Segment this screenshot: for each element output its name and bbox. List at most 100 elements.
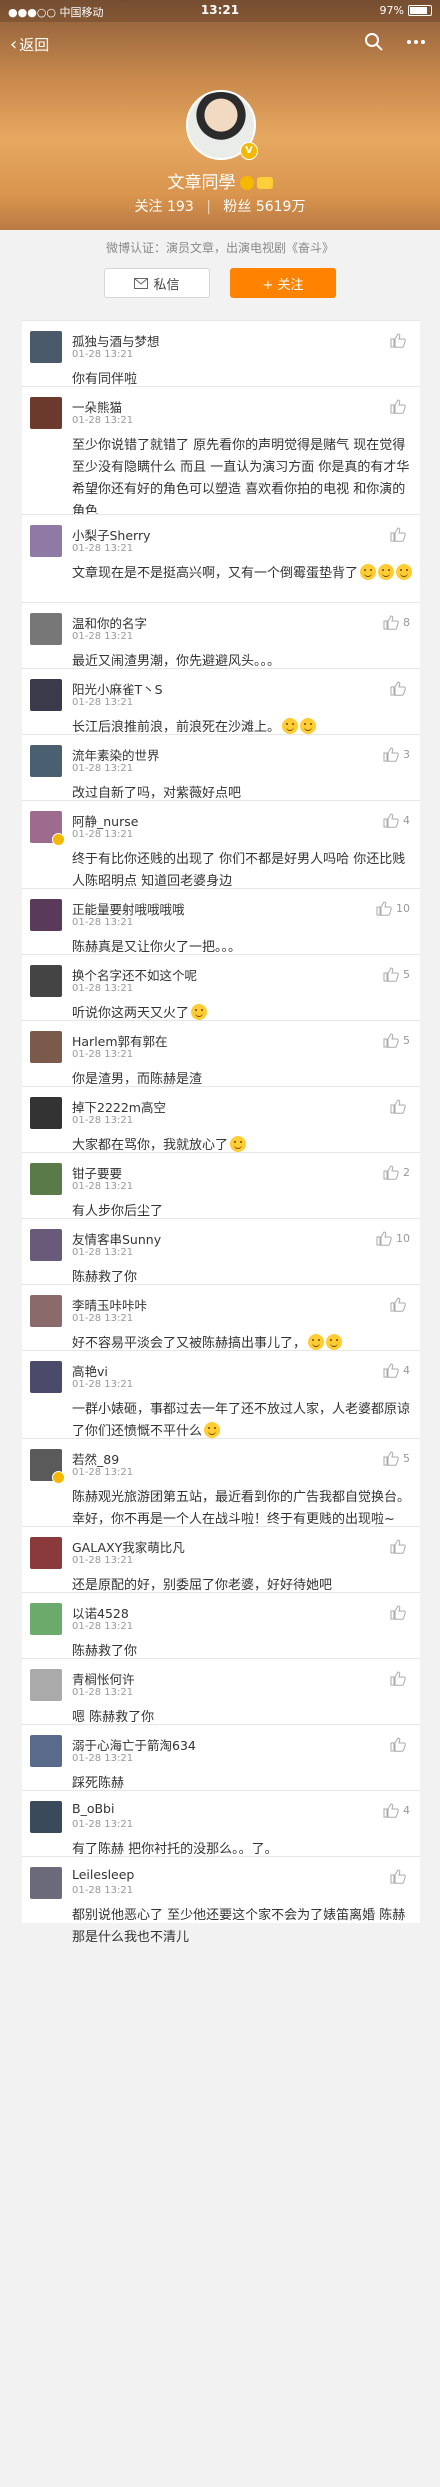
comment-item[interactable]: 掉下2222m高空 01-28 13:21 大家都在骂你，我就放心了 xyxy=(22,1086,420,1153)
comment-author[interactable]: 正能量要射哦哦哦哦 xyxy=(72,899,185,918)
comment-item[interactable]: 正能量要射哦哦哦哦 01-28 13:21 陈赫真是又让你火了一把。。。 10 xyxy=(22,888,420,955)
comment-avatar[interactable] xyxy=(30,1537,62,1569)
comment-author[interactable]: 流年素染的世界 xyxy=(72,745,160,764)
more-icon[interactable] xyxy=(406,32,426,52)
comment-author[interactable]: 掉下2222m高空 xyxy=(72,1097,166,1116)
like-button[interactable]: 5 xyxy=(383,1033,410,1048)
like-button[interactable]: 5 xyxy=(383,1451,410,1466)
like-button[interactable]: 4 xyxy=(383,1363,410,1378)
comment-avatar[interactable] xyxy=(30,397,62,429)
like-button[interactable] xyxy=(390,527,410,542)
follow-button[interactable]: + 关注 xyxy=(230,268,336,298)
comment-author[interactable]: 孤独与酒与梦想 xyxy=(72,331,160,350)
comment-item[interactable]: 阳光小麻雀T丶S 01-28 13:21 长江后浪推前浪，前浪死在沙滩上。 xyxy=(22,668,420,735)
message-button[interactable]: 私信 xyxy=(104,268,210,298)
comment-avatar[interactable] xyxy=(30,1229,62,1261)
comment-avatar[interactable] xyxy=(30,1603,62,1635)
comment-author[interactable]: 高艳vi xyxy=(72,1361,108,1380)
comment-item[interactable]: 一朵熊猫 01-28 13:21 至少你说错了就错了 原先看你的声明觉得是赌气 现在… xyxy=(22,386,420,519)
like-button[interactable]: 3 xyxy=(383,747,410,762)
comment-avatar[interactable] xyxy=(30,1801,62,1833)
comment-author[interactable]: 钳子要要 xyxy=(72,1163,122,1182)
comment-item[interactable]: 温和你的名字 01-28 13:21 最近又闹渣男潮，你先避避风头。。。 8 xyxy=(22,602,420,669)
comment-author[interactable]: Harlem郭有郭在 xyxy=(72,1031,168,1050)
comment-time: 01-28 13:21 xyxy=(72,983,134,994)
comment-avatar[interactable] xyxy=(30,899,62,931)
like-button[interactable] xyxy=(390,1605,410,1620)
like-button[interactable] xyxy=(390,1869,410,1884)
comment-author[interactable]: 溺于心海亡于箭淘634 xyxy=(72,1735,196,1754)
back-button[interactable]: ‹ 返回 xyxy=(10,34,49,55)
comment-author[interactable]: 温和你的名字 xyxy=(72,613,147,632)
comment-avatar[interactable] xyxy=(30,679,62,711)
comment-author[interactable]: 换个名字还不如这个呢 xyxy=(72,965,197,984)
comment-item[interactable]: 李晴玉咔咔咔 01-28 13:21 好不容易平淡会了又被陈赫搞出事儿了， xyxy=(22,1284,420,1351)
comment-body: 终于有比你还贱的出现了 你们不都是好男人吗哈 你还比贱人陈昭明点 知道回老婆身边 xyxy=(72,852,406,889)
comment-avatar[interactable] xyxy=(30,1163,62,1195)
comment-author[interactable]: 李晴玉咔咔咔 xyxy=(72,1295,147,1314)
like-button[interactable]: 10 xyxy=(376,1231,410,1246)
comment-author[interactable]: B_oBbi xyxy=(72,1801,114,1816)
comment-author[interactable]: 以诺4528 xyxy=(72,1603,129,1622)
comment-author[interactable]: 一朵熊猫 xyxy=(72,397,122,416)
comment-avatar[interactable] xyxy=(30,965,62,997)
like-button[interactable] xyxy=(390,333,410,348)
like-button[interactable]: 8 xyxy=(383,615,410,630)
comment-author[interactable]: GALAXY我家萌比凡 xyxy=(72,1537,185,1556)
comment-item[interactable]: 小梨子Sherry 01-28 13:21 文章现在是不是挺高兴啊，又有一个倒霉蛋垫… xyxy=(22,514,420,603)
comment-avatar[interactable] xyxy=(30,1361,62,1393)
comment-author[interactable]: 阳光小麻雀T丶S xyxy=(72,679,163,698)
like-button[interactable] xyxy=(390,1539,410,1554)
follow-stat[interactable]: 关注 193 xyxy=(135,199,194,215)
comment-item[interactable]: 友情客串Sunny 01-28 13:21 陈赫救了你 10 xyxy=(22,1218,420,1285)
like-button[interactable] xyxy=(390,1737,410,1752)
comment-avatar[interactable] xyxy=(30,1735,62,1767)
like-button[interactable]: 2 xyxy=(383,1165,410,1180)
comment-time: 01-28 13:21 xyxy=(72,1819,134,1830)
comment-avatar[interactable] xyxy=(30,1031,62,1063)
comment-item[interactable]: 换个名字还不如这个呢 01-28 13:21 听说你这两天又火了 5 xyxy=(22,954,420,1021)
thumbs-up-icon xyxy=(390,1605,406,1620)
nav-actions xyxy=(364,32,426,52)
like-button[interactable] xyxy=(390,399,410,414)
comment-item[interactable]: 溺于心海亡于箭淘634 01-28 13:21 踩死陈赫 xyxy=(22,1724,420,1791)
comment-avatar[interactable] xyxy=(30,1295,62,1327)
comment-item[interactable]: 孤独与酒与梦想 01-28 13:21 你有同伴啦 xyxy=(22,320,420,387)
comment-item[interactable]: Harlem郭有郭在 01-28 13:21 你是渣男，而陈赫是渣 5 xyxy=(22,1020,420,1087)
comment-avatar[interactable] xyxy=(30,745,62,777)
like-button[interactable]: 10 xyxy=(376,901,410,916)
comment-avatar[interactable] xyxy=(30,613,62,645)
comment-item[interactable]: GALAXY我家萌比凡 01-28 13:21 还是原配的好，别委屈了你老婆，好好待… xyxy=(22,1526,420,1593)
comment-avatar[interactable] xyxy=(30,1097,62,1129)
comment-avatar[interactable] xyxy=(30,1669,62,1701)
comment-item[interactable]: Leilesleep 01-28 13:21 都别说他恶心了 至少他还要这个家不会为… xyxy=(22,1856,420,1945)
search-icon[interactable] xyxy=(364,32,384,52)
comment-author[interactable]: 小梨子Sherry xyxy=(72,525,151,544)
comment-avatar[interactable] xyxy=(30,1867,62,1899)
comment-item[interactable]: 流年素染的世界 01-28 13:21 改过自新了吗，对紫薇好点吧 3 xyxy=(22,734,420,801)
like-button[interactable]: 4 xyxy=(383,1803,410,1818)
like-button[interactable]: 4 xyxy=(383,813,410,828)
like-button[interactable] xyxy=(390,681,410,696)
comment-author[interactable]: Leilesleep xyxy=(72,1867,134,1882)
comment-item[interactable]: 钳子要要 01-28 13:21 有人步你后尘了 2 xyxy=(22,1152,420,1219)
thumbs-up-icon xyxy=(390,1737,406,1752)
comment-item[interactable]: 青榈怅何许 01-28 13:21 嗯 陈赫救了你 xyxy=(22,1658,420,1725)
comment-item[interactable]: 若然_89 01-28 13:21 陈赫观光旅游团第五站，最近看到你的广告我都自觉换… xyxy=(22,1438,420,1527)
like-button[interactable] xyxy=(390,1099,410,1114)
comment-author[interactable]: 友情客串Sunny xyxy=(72,1229,161,1248)
back-label: 返回 xyxy=(19,36,50,54)
like-button[interactable]: 5 xyxy=(383,967,410,982)
like-button[interactable] xyxy=(390,1671,410,1686)
like-button[interactable] xyxy=(390,1297,410,1312)
comment-author[interactable]: 若然_89 xyxy=(72,1449,119,1468)
comment-item[interactable]: 以诺4528 01-28 13:21 陈赫救了你 xyxy=(22,1592,420,1659)
comment-avatar[interactable] xyxy=(30,331,62,363)
comment-avatar[interactable] xyxy=(30,525,62,557)
comment-author[interactable]: 阿静_nurse xyxy=(72,811,138,830)
fans-stat[interactable]: 粉丝 5619万 xyxy=(223,199,305,215)
comment-author[interactable]: 青榈怅何许 xyxy=(72,1669,135,1688)
comment-item[interactable]: 阿静_nurse 01-28 13:21 终于有比你还贱的出现了 你们不都是好男人吗… xyxy=(22,800,420,889)
comment-item[interactable]: B_oBbi 01-28 13:21 有了陈赫 把你衬托的没那么。。了。 4 xyxy=(22,1790,420,1857)
comment-item[interactable]: 高艳vi 01-28 13:21 一群小婊砸，事都过去一年了还不放过人家，人老婆都原… xyxy=(22,1350,420,1439)
